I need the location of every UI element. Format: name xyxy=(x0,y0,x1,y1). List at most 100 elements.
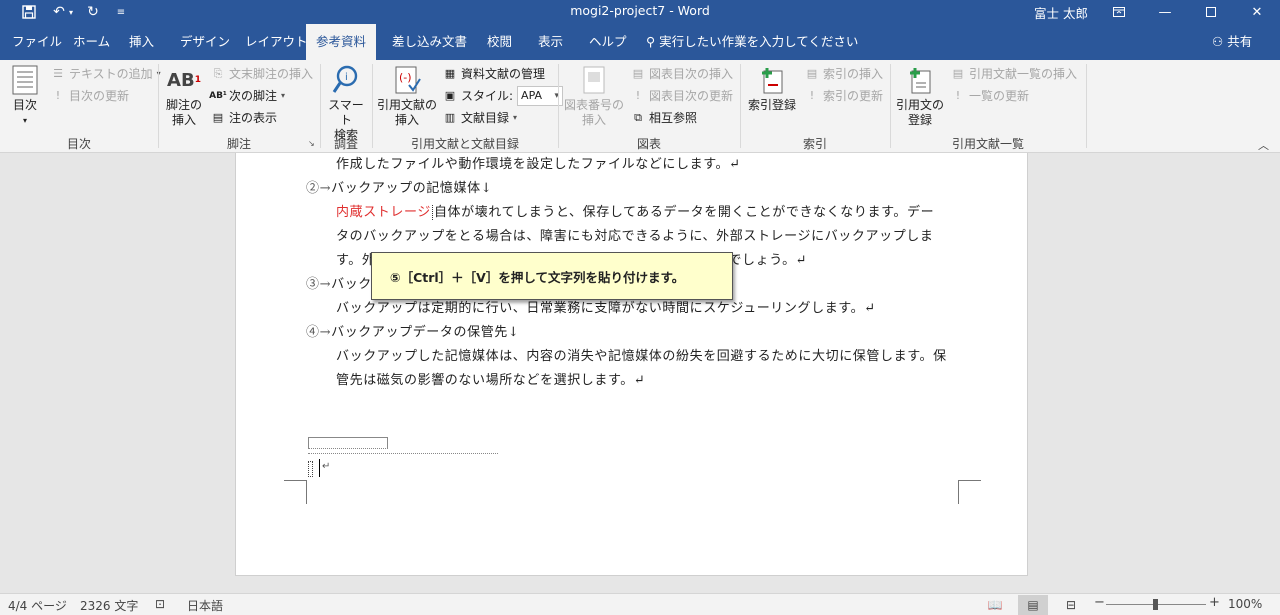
tab-file[interactable]: ファイル xyxy=(3,24,71,60)
tab-view[interactable]: 表示 xyxy=(529,24,572,60)
update-tof-label: 図表目次の更新 xyxy=(649,89,734,103)
next-footnote-dropdown-icon: ▾ xyxy=(281,91,286,100)
page-count[interactable]: 4/4 ページ xyxy=(8,597,67,614)
document-title: mogi2-project7 - Word xyxy=(570,3,710,18)
zoom-slider-thumb[interactable] xyxy=(1153,599,1158,610)
manage-sources-label: 資料文献の管理 xyxy=(461,67,546,81)
insert-index-label: 索引の挿入 xyxy=(823,67,884,81)
tab-review[interactable]: 校閲 xyxy=(478,24,521,60)
paste-placeholder xyxy=(308,437,388,449)
svg-text:(-): (-) xyxy=(399,71,412,84)
tab-layout[interactable]: レイアウト xyxy=(236,24,317,60)
mark-entry-button[interactable]: 索引登録 xyxy=(744,64,800,113)
cross-reference-icon: ⧉ xyxy=(634,111,642,124)
crop-mark xyxy=(958,480,981,504)
group-label-captions: 図表 xyxy=(636,137,661,151)
text-cursor xyxy=(319,459,320,477)
insert-citation-button[interactable]: (-) 引用文献の 挿入 xyxy=(376,64,438,128)
tab-help[interactable]: ヘルプ xyxy=(580,24,636,60)
tab-insert[interactable]: 挿入 xyxy=(120,24,163,60)
smart-lookup-button[interactable]: i スマート 検索 xyxy=(324,64,368,143)
show-notes-button[interactable]: ▤ 注の表示 xyxy=(210,108,277,128)
insert-caption-button[interactable]: 図表番号の 挿入 xyxy=(562,64,626,128)
share-button[interactable]: ⚇ 共有 xyxy=(1212,24,1252,60)
group-label-research: 調査 xyxy=(333,137,358,151)
footnote-launcher-icon[interactable]: ↘ xyxy=(308,139,315,148)
update-index-button[interactable]: ! 索引の更新 xyxy=(804,86,883,106)
body-line: タのバックアップをとる場合は、障害にも対応できるように、外部ストレージにバックア… xyxy=(336,229,934,244)
mark-entry-label: 索引登録 xyxy=(747,98,796,112)
citation-icon: (-) xyxy=(391,64,423,96)
list-item-heading: ④→バックアップデータの保管先↓ xyxy=(306,325,520,340)
paste-placeholder-line xyxy=(308,453,498,454)
pasted-text-highlight: 内蔵ストレージ xyxy=(336,205,431,220)
word-count[interactable]: 2326 文字 xyxy=(80,597,138,614)
tell-me-box[interactable]: ⚲ 実行したい作業を入力してください xyxy=(646,24,858,60)
add-text-button[interactable]: ☰テキストの追加▾ xyxy=(50,64,161,84)
tab-design[interactable]: デザイン xyxy=(171,24,239,60)
list-item-heading: ②→バックアップの記憶媒体↓ xyxy=(306,181,493,196)
add-text-icon: ☰ xyxy=(53,67,63,80)
cross-reference-button[interactable]: ⧉ 相互参照 xyxy=(630,108,697,128)
next-footnote-button[interactable]: AB¹ 次の脚注 ▾ xyxy=(209,86,286,106)
web-layout-icon[interactable]: ⊟ xyxy=(1056,595,1086,615)
insert-table-of-figures-button[interactable]: ▤ 図表目次の挿入 xyxy=(630,64,733,84)
minimize-icon[interactable]: — xyxy=(1142,0,1188,24)
collapse-ribbon-icon[interactable]: ︿ xyxy=(1258,137,1269,153)
zoom-level[interactable]: 100% xyxy=(1228,597,1262,611)
body-line: バックアップした記憶媒体は、内容の消失や記憶媒体の紛失を回避するために大切に保管… xyxy=(336,349,947,364)
ribbon-tabs: ファイル ホーム 挿入 デザイン レイアウト 参考資料 差し込み文書 校閲 表示… xyxy=(0,24,1280,61)
update-toc-button[interactable]: ! 目次の更新 xyxy=(50,86,129,106)
mark-citation-icon xyxy=(904,64,936,96)
manage-sources-button[interactable]: ▦ 資料文献の管理 xyxy=(442,64,545,84)
lightbulb-icon: ⚲ xyxy=(646,34,656,49)
insert-toa-button[interactable]: ▤ 引用文献一覧の挿入 xyxy=(950,64,1077,84)
print-layout-icon[interactable]: ▤ xyxy=(1018,595,1048,615)
tab-home[interactable]: ホーム xyxy=(64,24,119,60)
magnifier-icon: i xyxy=(330,64,362,96)
user-name[interactable]: 富士 太郎 xyxy=(1034,3,1088,22)
tab-mailings[interactable]: 差し込み文書 xyxy=(383,24,476,60)
proofing-icon[interactable]: ⊡ xyxy=(155,597,165,611)
ribbon-display-options-icon[interactable] xyxy=(1096,0,1142,24)
style-label: スタイル: xyxy=(461,89,514,103)
insert-footnote-label: 脚注の 挿入 xyxy=(165,98,202,127)
update-index-icon: ! xyxy=(809,89,815,102)
insert-index-button[interactable]: ▤ 索引の挿入 xyxy=(804,64,883,84)
svg-text:i: i xyxy=(345,72,348,83)
person-icon: ⚇ xyxy=(1212,34,1224,49)
document-area[interactable]: 作成したファイルや動作環境を設定したファイルなどにします。↵ ②→バックアップの… xyxy=(0,153,1280,593)
ribbon: 目次 ▾ ☰ テキストの追加 ▾ ! 目次の更新 目次 AB1 脚注の 挿入 ⎘ 文末脚… xyxy=(0,60,1280,153)
document-page[interactable]: 作成したファイルや動作環境を設定したファイルなどにします。↵ ②→バックアップの… xyxy=(235,153,1028,576)
body-line: 管先は磁気の影響のない場所などを選択します。↵ xyxy=(336,373,646,388)
insert-footnote-button[interactable]: AB 1 脚注の 挿入 xyxy=(162,64,206,128)
zoom-out-icon[interactable]: − xyxy=(1094,595,1105,610)
insert-toa-label: 引用文献一覧の挿入 xyxy=(969,67,1078,81)
instruction-callout: ⑤［Ctrl］＋［V］を押して文字列を貼り付けます。 xyxy=(371,252,733,300)
read-mode-icon[interactable]: 📖 xyxy=(980,595,1010,615)
zoom-in-icon[interactable]: + xyxy=(1209,595,1220,610)
toc-button[interactable]: 目次 ▾ xyxy=(6,64,44,128)
paste-options-marker[interactable] xyxy=(308,461,313,477)
group-label-index: 索引 xyxy=(802,137,827,151)
group-label-citations: 引用文献と文献目録 xyxy=(410,137,519,151)
update-table-of-figures-button[interactable]: ! 図表目次の更新 xyxy=(630,86,733,106)
crop-mark xyxy=(284,480,307,504)
bibliography-button[interactable]: ▥ 文献目録 ▾ xyxy=(442,108,517,128)
insert-tof-label: 図表目次の挿入 xyxy=(649,67,734,81)
style-combo[interactable]: APA xyxy=(517,86,564,106)
group-label-footnotes: 脚注 xyxy=(226,137,251,151)
insert-endnote-button[interactable]: ⎘ 文末脚注の挿入 xyxy=(210,64,313,84)
tell-me-label: 実行したい作業を入力してください xyxy=(659,34,859,49)
close-icon[interactable]: ✕ xyxy=(1234,0,1280,24)
bibliography-dropdown-icon: ▾ xyxy=(513,113,518,122)
style-selector[interactable]: ▣ スタイル: APA xyxy=(442,86,564,106)
mark-citation-button[interactable]: 引用文の 登録 xyxy=(894,64,946,128)
update-toa-button[interactable]: ! 一覧の更新 xyxy=(950,86,1029,106)
bibliography-icon: ▥ xyxy=(444,111,456,124)
update-toa-icon: ! xyxy=(955,89,961,102)
maximize-icon[interactable] xyxy=(1188,0,1234,24)
language[interactable]: 日本語 xyxy=(187,597,223,614)
insert-toa-icon: ▤ xyxy=(952,67,964,80)
tab-references[interactable]: 参考資料 xyxy=(306,24,377,61)
